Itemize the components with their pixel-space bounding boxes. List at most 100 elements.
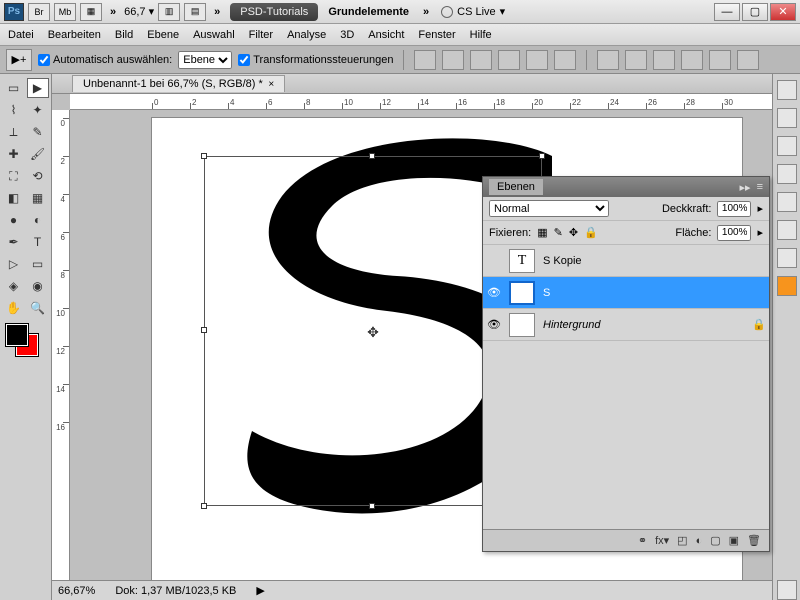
dock-icon-styles[interactable]: [777, 164, 797, 184]
panel-menu-icon[interactable]: ≡: [757, 181, 763, 193]
transform-handle-w[interactable]: [201, 327, 207, 333]
menu-bearbeiten[interactable]: Bearbeiten: [48, 29, 101, 41]
distribute-button[interactable]: [653, 50, 675, 70]
crop-tool[interactable]: ⟂: [3, 122, 25, 142]
layer-visibility-toggle[interactable]: 👁: [483, 286, 505, 299]
align-button[interactable]: [470, 50, 492, 70]
stamp-tool[interactable]: ⛶: [3, 166, 25, 186]
move-tool-indicator[interactable]: ▶+: [6, 49, 32, 71]
screen-mode-button[interactable]: ▦: [80, 3, 102, 21]
eraser-tool[interactable]: ◧: [3, 188, 25, 208]
layer-thumbnail[interactable]: T: [509, 281, 535, 305]
adjustment-layer-icon[interactable]: ◐: [696, 535, 703, 547]
cslive-button[interactable]: CS Live ▾: [441, 5, 505, 18]
fill-flyout-icon[interactable]: ▸: [757, 226, 763, 239]
transform-handle-ne[interactable]: [539, 153, 545, 159]
dodge-tool[interactable]: ◐: [27, 210, 49, 230]
opacity-input[interactable]: [717, 201, 751, 217]
layer-visibility-toggle[interactable]: 👁: [483, 318, 505, 331]
layer-row[interactable]: 👁 T S: [483, 277, 769, 309]
pen-tool[interactable]: ✒: [3, 232, 25, 252]
shape-tool[interactable]: ▭: [27, 254, 49, 274]
minibridge-button[interactable]: Mb: [54, 3, 76, 21]
maximize-button[interactable]: ▢: [742, 3, 768, 21]
transform-checkbox[interactable]: [238, 54, 250, 66]
layer-thumbnail[interactable]: T: [509, 249, 535, 273]
menu-analyse[interactable]: Analyse: [287, 29, 326, 41]
layer-mask-icon[interactable]: ◰: [677, 534, 687, 547]
3d-tool[interactable]: ◈: [3, 276, 25, 296]
menu-datei[interactable]: Datei: [8, 29, 34, 41]
menu-hilfe[interactable]: Hilfe: [470, 29, 492, 41]
menu-auswahl[interactable]: Auswahl: [193, 29, 235, 41]
dock-icon-adjustments[interactable]: [777, 192, 797, 212]
lock-transparency-icon[interactable]: ▦: [537, 226, 547, 239]
layers-panel[interactable]: Ebenen ▸▸ ≡ Normal Deckkraft: ▸ Fixieren…: [482, 176, 770, 552]
transform-center-icon[interactable]: ✥: [366, 324, 380, 338]
layer-group-icon[interactable]: ▢: [710, 534, 720, 547]
menu-fenster[interactable]: Fenster: [418, 29, 455, 41]
3d-camera-tool[interactable]: ◉: [27, 276, 49, 296]
horizontal-ruler[interactable]: 024681012141618202224262830: [70, 94, 772, 110]
distribute-button[interactable]: [597, 50, 619, 70]
minimize-button[interactable]: —: [714, 3, 740, 21]
transform-handle-s[interactable]: [369, 503, 375, 509]
view-button-1[interactable]: ▥: [158, 3, 180, 21]
history-brush-tool[interactable]: ⟲: [27, 166, 49, 186]
dock-icon-color[interactable]: [777, 80, 797, 100]
healing-tool[interactable]: ✚: [3, 144, 25, 164]
transform-handle-nw[interactable]: [201, 153, 207, 159]
dock-icon-layers[interactable]: [777, 580, 797, 600]
distribute-button[interactable]: [625, 50, 647, 70]
align-button[interactable]: [526, 50, 548, 70]
new-layer-icon[interactable]: ▣: [729, 534, 739, 547]
layer-name[interactable]: Hintergrund: [539, 319, 749, 331]
distribute-button[interactable]: [681, 50, 703, 70]
bridge-button[interactable]: Br: [28, 3, 50, 21]
dock-icon-paragraph[interactable]: [777, 136, 797, 156]
document-tab[interactable]: Unbenannt-1 bei 66,7% (S, RGB/8) * ×: [72, 75, 285, 92]
layer-thumbnail[interactable]: [509, 313, 535, 337]
dock-icon-masks[interactable]: [777, 220, 797, 240]
view-button-2[interactable]: ▤: [184, 3, 206, 21]
brush-tool[interactable]: 🖌: [27, 144, 49, 164]
color-swatches[interactable]: [6, 324, 46, 364]
workspace-psd-tutorials[interactable]: PSD-Tutorials: [230, 3, 318, 21]
transform-controls-check[interactable]: Transformationssteuerungen: [238, 54, 393, 66]
distribute-button[interactable]: [737, 50, 759, 70]
auto-select-dropdown[interactable]: Ebene: [178, 51, 232, 69]
transform-handle-n[interactable]: [369, 153, 375, 159]
align-button[interactable]: [554, 50, 576, 70]
auto-select-checkbox[interactable]: [38, 54, 50, 66]
align-button[interactable]: [498, 50, 520, 70]
transform-handle-sw[interactable]: [201, 503, 207, 509]
layer-name[interactable]: S: [539, 287, 769, 299]
layer-row[interactable]: 👁 Hintergrund 🔒: [483, 309, 769, 341]
link-layers-icon[interactable]: ⚭: [638, 534, 647, 547]
zoom-display[interactable]: 66,7 ▾: [124, 5, 154, 18]
status-zoom[interactable]: 66,67%: [58, 585, 95, 597]
vertical-ruler[interactable]: 0246810121416: [52, 110, 70, 580]
marquee-tool[interactable]: ▭: [3, 78, 25, 98]
blend-mode-select[interactable]: Normal: [489, 200, 609, 217]
layers-panel-header[interactable]: Ebenen ▸▸ ≡: [483, 177, 769, 197]
workspace-grundelemente[interactable]: Grundelemente: [318, 3, 419, 21]
foreground-color-swatch[interactable]: [6, 324, 28, 346]
zoom-tool[interactable]: 🔍: [27, 298, 49, 318]
blur-tool[interactable]: ●: [3, 210, 25, 230]
menu-ansicht[interactable]: Ansicht: [368, 29, 404, 41]
dock-icon-character[interactable]: [777, 248, 797, 268]
delete-layer-icon[interactable]: 🗑: [747, 534, 761, 547]
eyedropper-tool[interactable]: ✎: [27, 122, 49, 142]
distribute-button[interactable]: [709, 50, 731, 70]
layer-name[interactable]: S Kopie: [539, 255, 769, 267]
lock-pixels-icon[interactable]: ✎: [554, 226, 563, 239]
hand-tool[interactable]: ✋: [3, 298, 25, 318]
lock-position-icon[interactable]: ✥: [569, 226, 578, 239]
menu-ebene[interactable]: Ebene: [147, 29, 179, 41]
panel-collapse-icon[interactable]: ▸▸: [740, 181, 751, 194]
gradient-tool[interactable]: ▦: [27, 188, 49, 208]
auto-select-check[interactable]: Automatisch auswählen:: [38, 54, 172, 66]
status-doc-size[interactable]: Dok: 1,37 MB/1023,5 KB: [115, 585, 236, 597]
lock-all-icon[interactable]: 🔒: [584, 226, 598, 239]
